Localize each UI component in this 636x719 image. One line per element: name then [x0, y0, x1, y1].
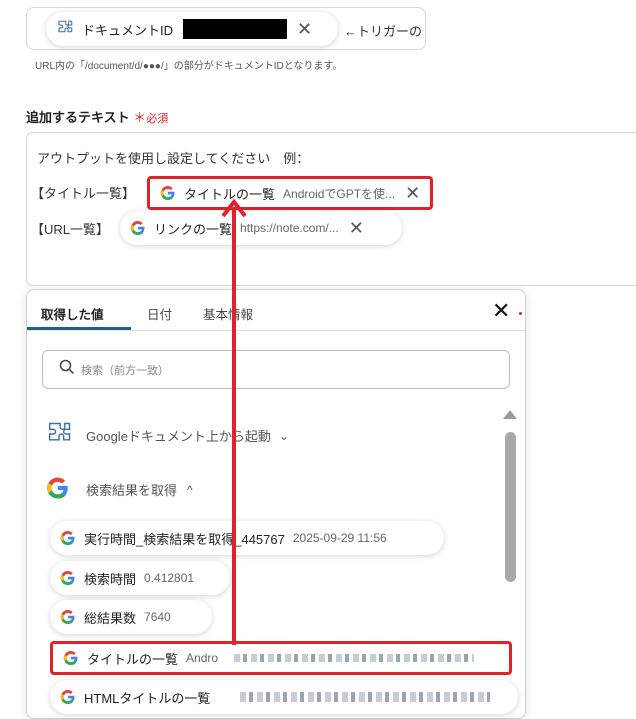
- link-list-chip-value: https://note.com/...: [240, 221, 339, 235]
- group-google-docs-trigger[interactable]: Googleドキュメント上から起動 ⌄: [44, 420, 289, 451]
- trigger-reference-text: ←トリガーの: [344, 24, 423, 39]
- google-icon: [63, 650, 79, 666]
- close-icon[interactable]: ✕: [492, 300, 510, 322]
- list-item-label: HTMLタイトルの一覧: [84, 690, 211, 706]
- group-google-docs-trigger-label: Googleドキュメント上から起動: [86, 429, 271, 444]
- row2-label: 【URL一覧】: [31, 222, 110, 237]
- required-asterisk: ＊: [133, 110, 147, 125]
- title-list-chip-value: AndroidでGPTを使...: [283, 186, 396, 201]
- google-icon: [60, 570, 76, 586]
- tab-retrieved-values[interactable]: 取得した値: [41, 304, 104, 323]
- google-icon: [160, 185, 176, 201]
- list-item-label: 検索時間: [84, 571, 137, 587]
- link-list-chip-label: リンクの一覧: [154, 221, 233, 237]
- close-icon[interactable]: ✕: [349, 219, 364, 237]
- section-title-text: 追加するテキスト: [26, 110, 130, 125]
- annotation-arrow-shaft: [232, 207, 236, 645]
- list-item-value: 0.412801: [144, 571, 195, 585]
- red-dot: [519, 312, 522, 315]
- search-placeholder: 検索（前方一致）: [81, 364, 169, 377]
- pixelated-text: [240, 692, 491, 702]
- puzzle-icon: [56, 19, 74, 40]
- annotation-arrow-head: [221, 198, 247, 218]
- section-title: 追加するテキスト ＊必須: [26, 107, 168, 126]
- link-list-chip[interactable]: リンクの一覧 https://note.com/... ✕: [120, 211, 402, 245]
- list-item-value: 2025-09-29 11:56: [292, 531, 387, 545]
- scrollbar-thumb[interactable]: [505, 432, 516, 582]
- google-icon: [60, 689, 76, 705]
- tab-bar-divider: [27, 330, 525, 331]
- list-item[interactable]: 実行時間_検索結果を取得_445767 2025-09-29 11:56: [50, 521, 444, 555]
- list-item-title-list[interactable]: タイトルの一覧 Andro: [50, 641, 512, 675]
- title-list-chip[interactable]: タイトルの一覧 AndroidでGPTを使... ✕: [147, 176, 433, 210]
- group-search-results-label: 検索結果を取得: [86, 483, 178, 498]
- list-item-label: 実行時間_検索結果を取得_445767: [84, 531, 285, 547]
- puzzle-icon: [44, 420, 74, 451]
- chevron-down-icon: ⌄: [278, 428, 289, 443]
- group-search-results[interactable]: 検索結果を取得 ^: [46, 476, 193, 503]
- close-icon[interactable]: ✕: [297, 20, 312, 38]
- google-icon: [130, 220, 146, 236]
- list-item-value: 7640: [144, 610, 171, 624]
- hint-text: URL内の「/document/d/●●●/」の部分がドキュメントIDとなります…: [35, 61, 343, 72]
- google-icon: [46, 476, 70, 503]
- row1-label: 【タイトル一覧】: [31, 186, 136, 201]
- list-item[interactable]: 総結果数 7640: [50, 600, 212, 634]
- required-label: 必須: [146, 113, 169, 125]
- list-item-label: 総結果数: [84, 610, 137, 626]
- tab-basic-info[interactable]: 基本情報: [203, 304, 253, 323]
- scroll-up-arrow[interactable]: [503, 410, 517, 419]
- search-field[interactable]: 検索（前方一致）: [42, 350, 510, 389]
- tab-date[interactable]: 日付: [147, 304, 172, 323]
- search-icon: [59, 359, 75, 380]
- pixelated-text: [234, 654, 475, 662]
- list-item[interactable]: 検索時間 0.412801: [50, 561, 230, 595]
- google-icon: [60, 530, 76, 546]
- google-icon: [60, 609, 76, 625]
- textarea-intro: アウトプットを使用し設定してください 例：: [37, 151, 310, 166]
- document-id-chip[interactable]: ドキュメントID ✕: [46, 12, 338, 46]
- list-item-value: Andro: [186, 651, 219, 665]
- redacted-block: [183, 19, 288, 39]
- document-id-chip-label: ドキュメントID: [82, 22, 174, 38]
- close-icon[interactable]: ✕: [405, 184, 420, 202]
- list-item-label: タイトルの一覧: [87, 651, 179, 667]
- chevron-up-icon: ^: [187, 482, 193, 497]
